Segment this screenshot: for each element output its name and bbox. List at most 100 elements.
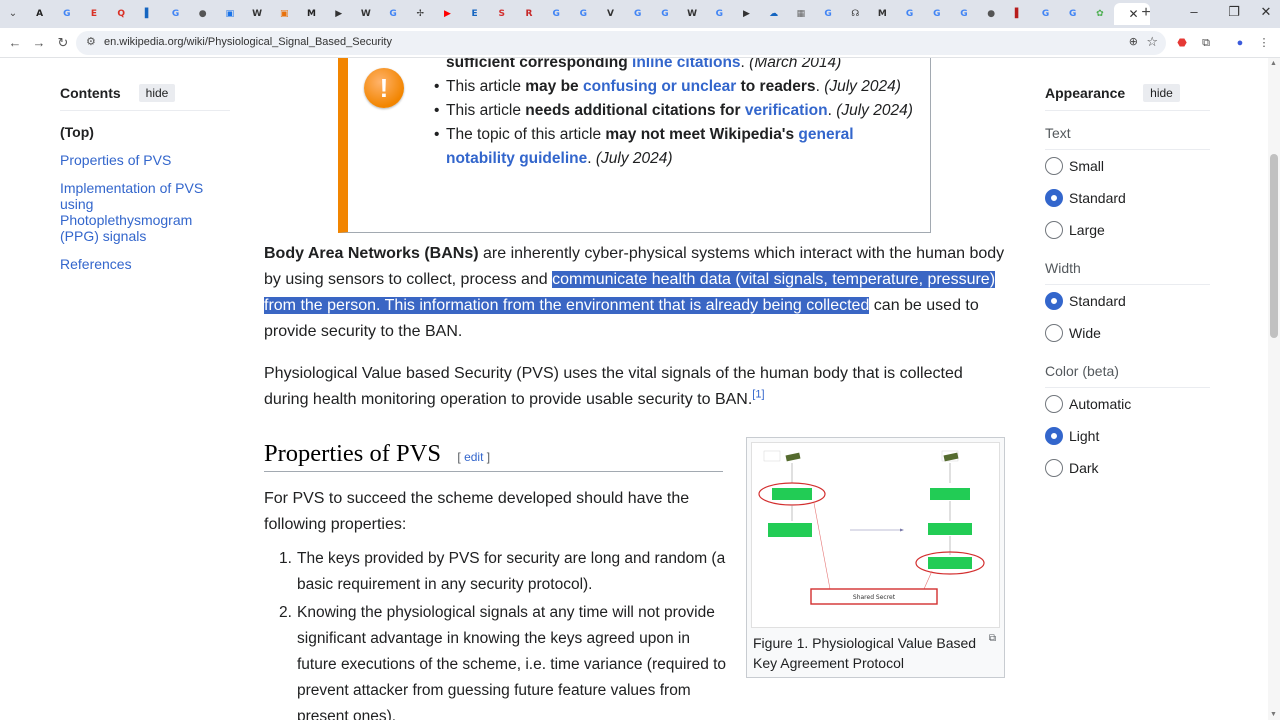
page-scrollbar[interactable]: ▲ ▼ [1268,58,1280,720]
toc-divider [60,110,230,111]
color-option[interactable]: Light [1045,420,1210,452]
width-radio[interactable] [1045,324,1063,342]
book-icon: ▌ [1014,9,1022,19]
browser-tab[interactable]: G [53,3,80,25]
width-radio[interactable] [1045,292,1063,310]
browser-tab[interactable]: ▌ [1005,3,1032,25]
back-icon[interactable]: ← [6,34,24,52]
browser-tab[interactable]: E [461,3,488,25]
toc-item-references[interactable]: References [60,256,230,272]
menu-kebab-icon[interactable]: ⋮ [1256,35,1272,51]
color-label: Color (beta) [1045,363,1119,379]
new-tab-button[interactable]: + [1136,4,1156,22]
browser-tab[interactable]: ▌ [135,3,162,25]
inline-citations-link[interactable]: inline citations [632,58,741,71]
color-option[interactable]: Dark [1045,452,1210,484]
tab-search-icon[interactable]: ⌄ [4,5,22,23]
confusing-link[interactable]: confusing or unclear [583,78,736,95]
verification-link[interactable]: verification [745,102,828,119]
reference-link[interactable]: [1] [752,389,764,401]
toc-item-top[interactable]: (Top) [60,124,230,140]
width-option[interactable]: Standard [1045,285,1210,317]
browser-tab[interactable]: G [1032,3,1059,25]
text-size-option[interactable]: Standard [1045,182,1210,214]
enlarge-icon[interactable]: ⧉ [989,633,996,644]
browser-tab[interactable]: G [379,3,406,25]
browser-tab[interactable]: ▶ [325,3,352,25]
browser-tab[interactable]: ● [978,3,1005,25]
toc-item-implementation[interactable]: Implementation of PVS using Photoplethys… [60,180,210,244]
color-radio[interactable] [1045,459,1063,477]
browser-tab[interactable]: ✢ [407,3,434,25]
browser-tab[interactable]: G [950,3,977,25]
browser-tab[interactable]: W [244,3,271,25]
browser-tab[interactable]: Q [108,3,135,25]
browser-tab[interactable]: S [488,3,515,25]
grid-icon: ▦ [796,9,806,19]
minimize-icon[interactable]: – [1182,4,1206,19]
color-option[interactable]: Automatic [1045,388,1210,420]
text-size-radio[interactable] [1045,189,1063,207]
address-bar[interactable]: ⚙ en.wikipedia.org/wiki/Physiological_Si… [76,31,1166,55]
browser-tab[interactable]: G [896,3,923,25]
browser-tab[interactable]: ✿ [1086,3,1113,25]
browser-tab[interactable]: G [1059,3,1086,25]
browser-tab[interactable]: ● [189,3,216,25]
text-size-option-label: Standard [1069,190,1126,206]
google-icon: G [634,9,642,19]
close-window-icon[interactable]: ✕ [1254,4,1278,20]
browser-tab[interactable]: M [298,3,325,25]
text-size-option-label: Small [1069,158,1105,174]
protocol-diagram: Shared Secret [758,450,985,605]
browser-tab[interactable]: G [923,3,950,25]
browser-tab[interactable]: ☁ [760,3,787,25]
color-radio[interactable] [1045,395,1063,413]
browser-tab[interactable]: ▣ [271,3,298,25]
forward-icon[interactable]: → [30,34,48,52]
extensions-puzzle-icon[interactable]: ⧉ [1198,35,1214,51]
restore-icon[interactable]: ❐ [1222,4,1246,20]
color-radio[interactable] [1045,427,1063,445]
browser-toolbar: ← → ↻ ⚙ en.wikipedia.org/wiki/Physiologi… [0,28,1280,58]
browser-tab[interactable]: G [814,3,841,25]
browser-tab[interactable]: R [515,3,542,25]
browser-tab[interactable]: G [162,3,189,25]
browser-tab[interactable]: ▣ [216,3,243,25]
text-size-option[interactable]: Small [1045,150,1210,182]
toc-hide-button[interactable]: hide [138,84,176,102]
edit-section: [ edit ] [457,450,490,464]
browser-tab[interactable]: V [597,3,624,25]
scrollbar-thumb[interactable] [1270,154,1278,338]
browser-tab[interactable]: G [706,3,733,25]
text-size-radio[interactable] [1045,221,1063,239]
protocol-diagram-image[interactable]: Shared Secret [751,442,1000,628]
browser-tab[interactable]: ☊ [842,3,869,25]
browser-tab[interactable]: M [869,3,896,25]
extension-adblock-icon[interactable]: ⬣ [1174,35,1190,51]
browser-tab[interactable]: A [26,3,53,25]
text-size-radio[interactable] [1045,157,1063,175]
text-size-option[interactable]: Large [1045,214,1210,246]
edit-link[interactable]: edit [464,450,483,464]
browser-tab[interactable]: G [570,3,597,25]
zoom-icon[interactable]: ⊕ [1129,35,1138,48]
browser-tab[interactable]: ▶ [733,3,760,25]
browser-tab[interactable]: ▦ [787,3,814,25]
browser-tab[interactable]: G [624,3,651,25]
browser-tab[interactable]: G [543,3,570,25]
bookmark-star-icon[interactable]: ☆ [1146,34,1158,50]
appearance-hide-button[interactable]: hide [1143,84,1180,102]
site-info-icon[interactable]: ⚙ [86,35,96,48]
browser-tab[interactable]: W [679,3,706,25]
profile-icon[interactable]: ● [1232,35,1248,51]
browser-tab[interactable]: W [352,3,379,25]
scroll-up-icon[interactable]: ▲ [1270,60,1277,67]
reload-icon[interactable]: ↻ [54,34,72,52]
toc-item-properties[interactable]: Properties of PVS [60,152,230,168]
scroll-down-icon[interactable]: ▼ [1270,711,1277,718]
browser-tab[interactable]: G [651,3,678,25]
width-option[interactable]: Wide [1045,317,1210,349]
browser-tab[interactable]: E [80,3,107,25]
url-text[interactable]: en.wikipedia.org/wiki/Physiological_Sign… [104,36,392,48]
browser-tab[interactable]: ▶ [434,3,461,25]
